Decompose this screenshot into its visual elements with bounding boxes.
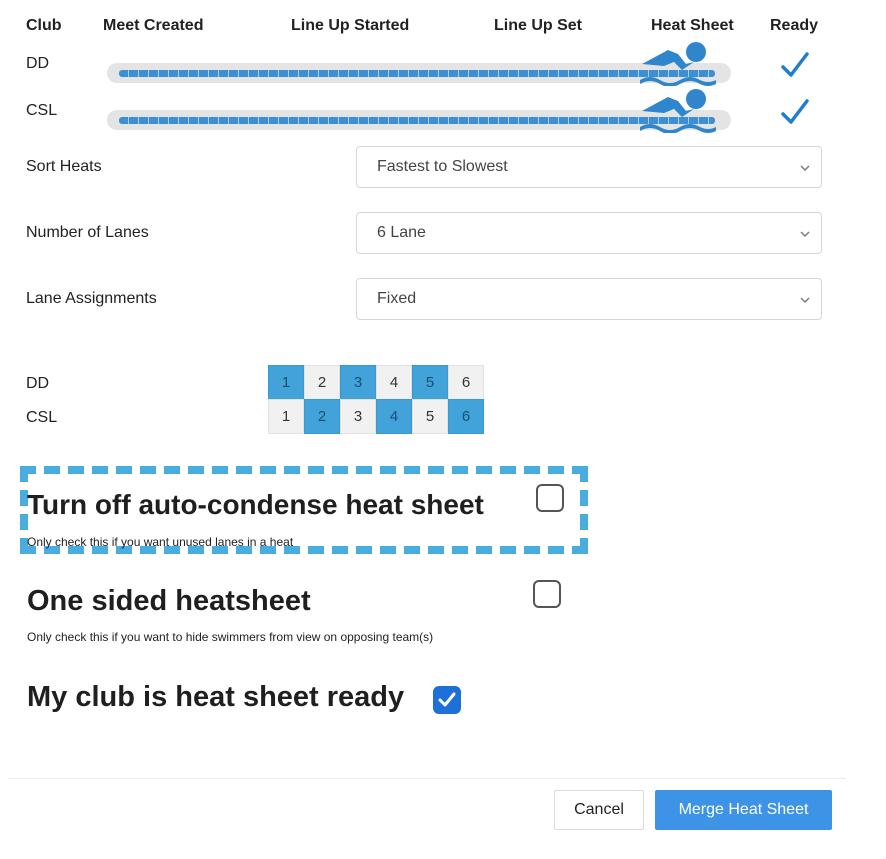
lane-dd-5[interactable]: 5 xyxy=(412,365,448,400)
lane-csl-3[interactable]: 3 xyxy=(340,399,376,434)
lane-dd-3[interactable]: 3 xyxy=(340,365,376,400)
header-ready: Ready xyxy=(770,17,819,34)
club-ready-checkbox[interactable] xyxy=(433,686,461,714)
lane-row-dd: 1 2 3 4 5 6 xyxy=(268,365,484,400)
header-lineup-started: Line Up Started xyxy=(291,17,410,34)
auto-condense-checkbox[interactable] xyxy=(536,484,564,512)
swimmer-icon xyxy=(640,42,716,86)
one-sided-label: One sided heatsheet xyxy=(27,585,311,617)
sort-heats-label: Sort Heats xyxy=(26,158,102,175)
lane-dd-4[interactable]: 4 xyxy=(376,365,412,400)
lane-csl-1[interactable]: 1 xyxy=(268,399,304,434)
num-lanes-label: Number of Lanes xyxy=(26,224,149,241)
lane-csl-6[interactable]: 6 xyxy=(448,399,484,434)
checkmark-icon xyxy=(438,692,456,707)
club-name-csl: CSL xyxy=(26,102,58,119)
lane-csl-2[interactable]: 2 xyxy=(304,399,340,434)
lane-dd-6[interactable]: 6 xyxy=(448,365,484,400)
club-name-dd: DD xyxy=(26,55,50,72)
num-lanes-value: 6 Lane xyxy=(377,224,426,241)
header-lineup-set: Line Up Set xyxy=(494,17,583,34)
lane-csl-4[interactable]: 4 xyxy=(376,399,412,434)
lane-club-dd: DD xyxy=(26,375,50,392)
auto-condense-label: Turn off auto-condense heat sheet xyxy=(27,489,484,520)
header-heat-sheet: Heat Sheet xyxy=(651,17,734,34)
one-sided-hint: Only check this if you want to hide swim… xyxy=(27,630,434,644)
progress-fill-dd xyxy=(119,70,715,77)
sort-heats-value: Fastest to Slowest xyxy=(377,158,508,175)
progress-fill-csl xyxy=(119,117,715,124)
swimmer-icon xyxy=(640,89,716,133)
lane-csl-5[interactable]: 5 xyxy=(412,399,448,434)
lane-assignments-value: Fixed xyxy=(377,290,417,307)
ready-checkmark-icon-dd xyxy=(781,52,809,77)
lane-row-csl: 1 2 3 4 5 6 xyxy=(268,399,484,434)
merge-heat-sheet-button[interactable]: Merge Heat Sheet xyxy=(655,790,832,830)
footer-divider xyxy=(8,778,846,779)
num-lanes-select[interactable]: 6 Lane xyxy=(356,212,822,254)
cancel-button[interactable]: Cancel xyxy=(554,790,644,830)
header-meet-created: Meet Created xyxy=(103,17,204,34)
one-sided-checkbox[interactable] xyxy=(533,580,561,608)
chevron-down-icon xyxy=(800,165,810,171)
ready-checkmark-icon-csl xyxy=(781,99,809,124)
lane-assignments-select[interactable]: Fixed xyxy=(356,278,822,320)
header-club: Club xyxy=(26,17,62,34)
lane-club-csl: CSL xyxy=(26,409,58,426)
lane-dd-2[interactable]: 2 xyxy=(304,365,340,400)
club-ready-label: My club is heat sheet ready xyxy=(27,681,405,713)
chevron-down-icon xyxy=(800,231,810,237)
lane-dd-1[interactable]: 1 xyxy=(268,365,304,400)
sort-heats-select[interactable]: Fastest to Slowest xyxy=(356,146,822,188)
chevron-down-icon xyxy=(800,297,810,303)
auto-condense-hint: Only check this if you want unused lanes… xyxy=(27,535,294,549)
lane-assignments-label: Lane Assignments xyxy=(26,290,157,307)
